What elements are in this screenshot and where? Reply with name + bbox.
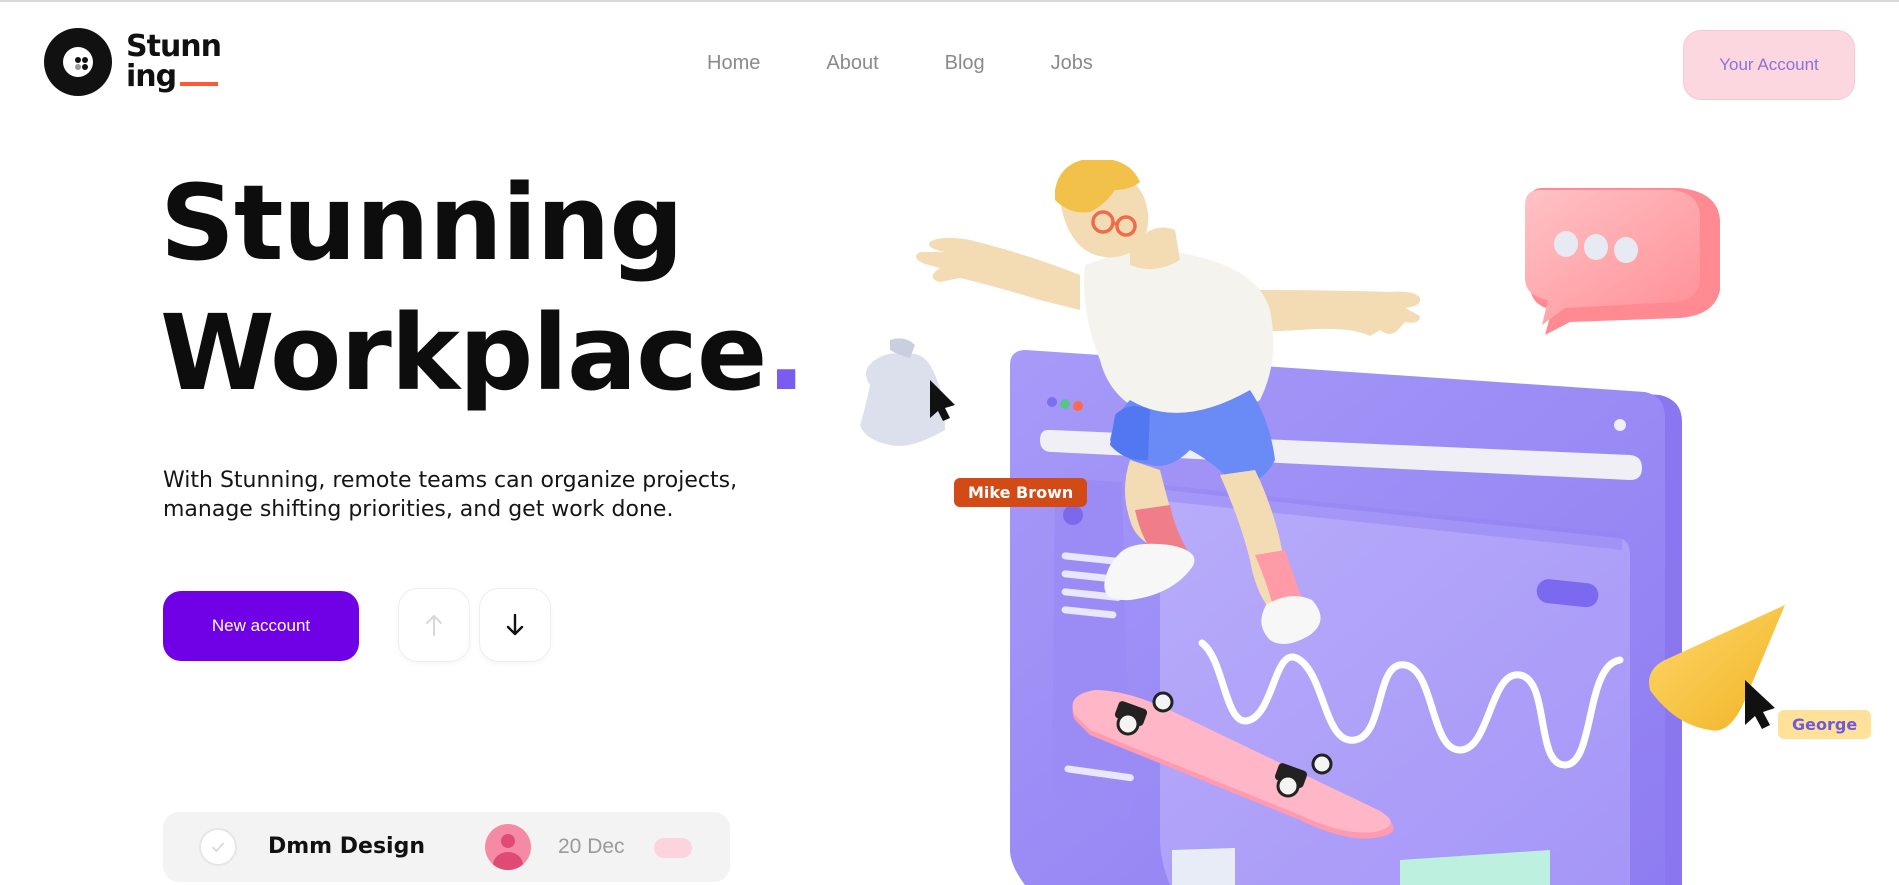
cursor-icon [1745,680,1775,729]
logo-wordmark: Stunn ing [126,29,222,94]
main-nav: Home About Blog Jobs [707,52,1093,75]
task-card[interactable]: Dmm Design 20 Dec [163,812,730,882]
hero-illustration: Mike Brown George [830,158,1899,885]
avatar [485,824,531,870]
scroll-up-button[interactable] [398,588,470,662]
task-title: Dmm Design [268,834,425,859]
top-border [0,0,1899,2]
cursor-tag-mike: Mike Brown [954,478,1088,507]
logo-underscore [180,82,219,86]
check-icon [212,842,224,852]
logo-line-2: ing [126,59,177,94]
chat-bubble-icon [1525,188,1720,335]
nav-blog[interactable]: Blog [945,52,985,75]
logo-mark-icon [44,28,112,96]
scroll-down-button[interactable] [479,588,551,662]
bell-icon [860,338,955,446]
nav-jobs[interactable]: Jobs [1051,52,1093,75]
hero-title-period: . [766,292,806,414]
hero-title: Stunning Workplace. [160,158,806,418]
arrow-down-icon [506,613,524,636]
hero-title-line-2: Workplace [160,292,767,414]
task-date: 20 Dec [558,835,625,858]
hero-description: With Stunning, remote teams can organize… [163,468,738,522]
cursor-tag-george: George [1778,710,1872,739]
your-account-button[interactable]: Your Account [1683,30,1855,100]
logo-line-1: Stunn [126,29,222,64]
nav-about[interactable]: About [826,52,878,75]
hero-title-line-1: Stunning [160,162,684,284]
illustration-graphic [860,158,1785,885]
nav-home[interactable]: Home [707,52,760,75]
task-checkbox[interactable] [199,828,237,866]
logo[interactable]: Stunn ing [44,28,222,96]
task-status-pill [654,838,692,858]
arrow-up-icon [426,615,442,636]
new-account-button[interactable]: New account [163,591,359,661]
